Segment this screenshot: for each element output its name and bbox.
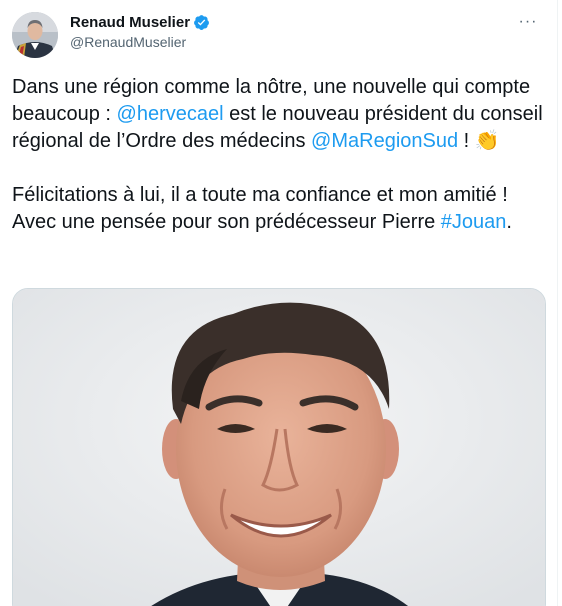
mention-link[interactable]: @hervecael [117,103,224,125]
tweet-text: Dans une région comme la nôtre, une nouv… [12,74,544,236]
tweet-card[interactable]: Renaud Muselier @RenaudMuselier ··· Dans… [0,0,562,606]
text-segment: . [506,211,512,233]
text-segment: ! [458,130,475,152]
clapping-hands-icon: 👏 [474,130,500,152]
tweet-media-photo[interactable] [12,288,546,606]
more-options-icon[interactable]: ··· [516,12,540,32]
tweet-paragraph-1: Dans une région comme la nôtre, une nouv… [12,74,544,155]
mention-link[interactable]: @MaRegionSud [311,130,458,152]
avatar-photo-icon [12,12,58,58]
hashtag-link[interactable]: #Jouan [441,211,507,233]
text-segment: Félicitations à lui, il a toute ma confi… [12,184,508,233]
avatar[interactable] [12,12,58,58]
tweet-header: Renaud Muselier @RenaudMuselier ··· [12,12,546,62]
author-names: Renaud Muselier @RenaudMuselier [70,12,210,51]
author-display-name[interactable]: Renaud Muselier [70,13,190,32]
divider [557,0,558,606]
portrait-photo-icon [13,289,545,606]
author-handle[interactable]: @RenaudMuselier [70,33,210,51]
verified-badge-icon [193,14,210,31]
tweet-paragraph-2: Félicitations à lui, il a toute ma confi… [12,182,544,236]
